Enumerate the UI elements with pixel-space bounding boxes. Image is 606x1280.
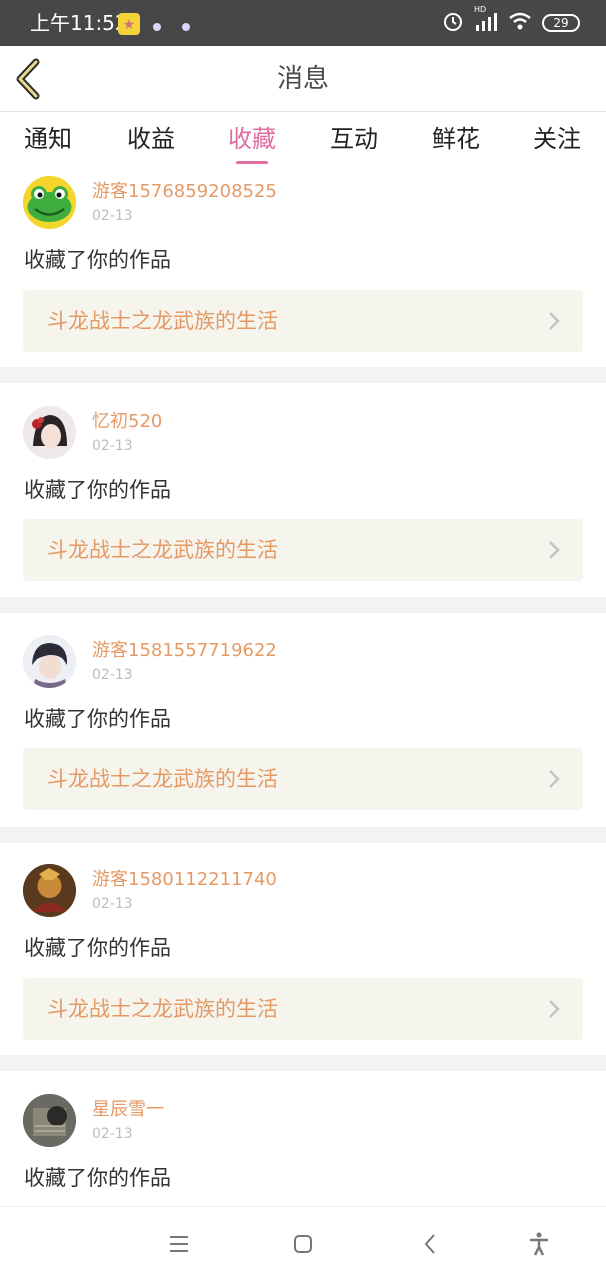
- alarm-icon: [442, 10, 464, 36]
- work-link[interactable]: 斗龙战士之龙武族的生活: [23, 290, 583, 352]
- home-icon[interactable]: [290, 1231, 316, 1257]
- message-item: 游客1580112211740 02-13 收藏了你的作品 斗龙战士之龙武族的生…: [0, 843, 606, 1055]
- signal-icon: HD: [474, 5, 498, 35]
- username[interactable]: 游客1581557719622: [92, 640, 277, 662]
- status-time: 上午11:52: [30, 11, 128, 35]
- action-text: 收藏了你的作品: [24, 248, 171, 272]
- dot-notification-icon: [180, 18, 192, 37]
- status-right-icons: HD 29: [442, 5, 580, 36]
- message-item: 星辰雪一 02-13 收藏了你的作品: [0, 1071, 606, 1206]
- username[interactable]: 星辰雪一: [92, 1099, 164, 1121]
- chevron-right-icon: [549, 312, 560, 330]
- svg-text:★: ★: [123, 17, 136, 33]
- divider: [0, 597, 606, 613]
- action-text: 收藏了你的作品: [24, 707, 171, 731]
- dark-avatar[interactable]: [23, 1094, 76, 1147]
- tab-following[interactable]: 关注: [517, 123, 597, 155]
- tab-notifications[interactable]: 通知: [8, 123, 88, 155]
- tab-earnings[interactable]: 收益: [111, 123, 191, 155]
- top-navbar: 消息: [0, 46, 606, 112]
- divider: [0, 1055, 606, 1071]
- anime-avatar[interactable]: [23, 635, 76, 688]
- page-title: 消息: [276, 64, 329, 94]
- system-nav-bar: [0, 1206, 606, 1280]
- work-title: 斗龙战士之龙武族的生活: [47, 997, 278, 1021]
- back-icon[interactable]: [418, 1231, 444, 1257]
- network-label: HD: [474, 5, 487, 14]
- action-text: 收藏了你的作品: [24, 936, 171, 960]
- accessibility-icon[interactable]: [526, 1231, 552, 1257]
- action-text: 收藏了你的作品: [24, 478, 171, 502]
- message-date: 02-13: [92, 1126, 133, 1142]
- message-item: 忆初520 02-13 收藏了你的作品 斗龙战士之龙武族的生活: [0, 383, 606, 597]
- message-date: 02-13: [92, 208, 133, 224]
- work-link[interactable]: 斗龙战士之龙武族的生活: [23, 519, 583, 581]
- message-date: 02-13: [92, 667, 133, 683]
- work-link[interactable]: 斗龙战士之龙武族的生活: [23, 748, 583, 810]
- dot-notification-icon: [151, 18, 163, 37]
- chevron-right-icon: [549, 541, 560, 559]
- menu-icon[interactable]: [166, 1231, 192, 1257]
- tab-active-indicator: [236, 161, 268, 164]
- message-item: 游客1576859208525 02-13 收藏了你的作品 斗龙战士之龙武族的生…: [0, 169, 606, 367]
- work-title: 斗龙战士之龙武族的生活: [47, 538, 278, 562]
- anime-girl-avatar[interactable]: [23, 406, 76, 459]
- work-title: 斗龙战士之龙武族的生活: [47, 767, 278, 791]
- work-title: 斗龙战士之龙武族的生活: [47, 309, 278, 333]
- app-notification-icon: ★: [118, 13, 140, 39]
- tab-interactions[interactable]: 互动: [314, 123, 394, 155]
- username[interactable]: 游客1576859208525: [92, 181, 277, 203]
- chevron-right-icon: [549, 770, 560, 788]
- divider: [0, 827, 606, 843]
- message-tabs: 通知 收益 收藏 互动 鲜花 关注: [0, 113, 606, 169]
- message-date: 02-13: [92, 896, 133, 912]
- battery-indicator: 29: [542, 14, 580, 32]
- username[interactable]: 忆初520: [92, 411, 162, 433]
- warrior-avatar[interactable]: [23, 864, 76, 917]
- action-text: 收藏了你的作品: [24, 1166, 171, 1190]
- wifi-icon: [508, 11, 532, 35]
- status-bar: 上午11:52 ★ HD 29: [0, 0, 606, 46]
- username[interactable]: 游客1580112211740: [92, 869, 277, 891]
- message-item: 游客1581557719622 02-13 收藏了你的作品 斗龙战士之龙武族的生…: [0, 613, 606, 827]
- message-date: 02-13: [92, 438, 133, 454]
- tab-flowers[interactable]: 鲜花: [416, 123, 496, 155]
- divider: [0, 367, 606, 383]
- work-link[interactable]: 斗龙战士之龙武族的生活: [23, 978, 583, 1040]
- frog-avatar[interactable]: [23, 176, 76, 229]
- tab-favorites[interactable]: 收藏: [212, 123, 292, 155]
- chevron-right-icon: [549, 1000, 560, 1018]
